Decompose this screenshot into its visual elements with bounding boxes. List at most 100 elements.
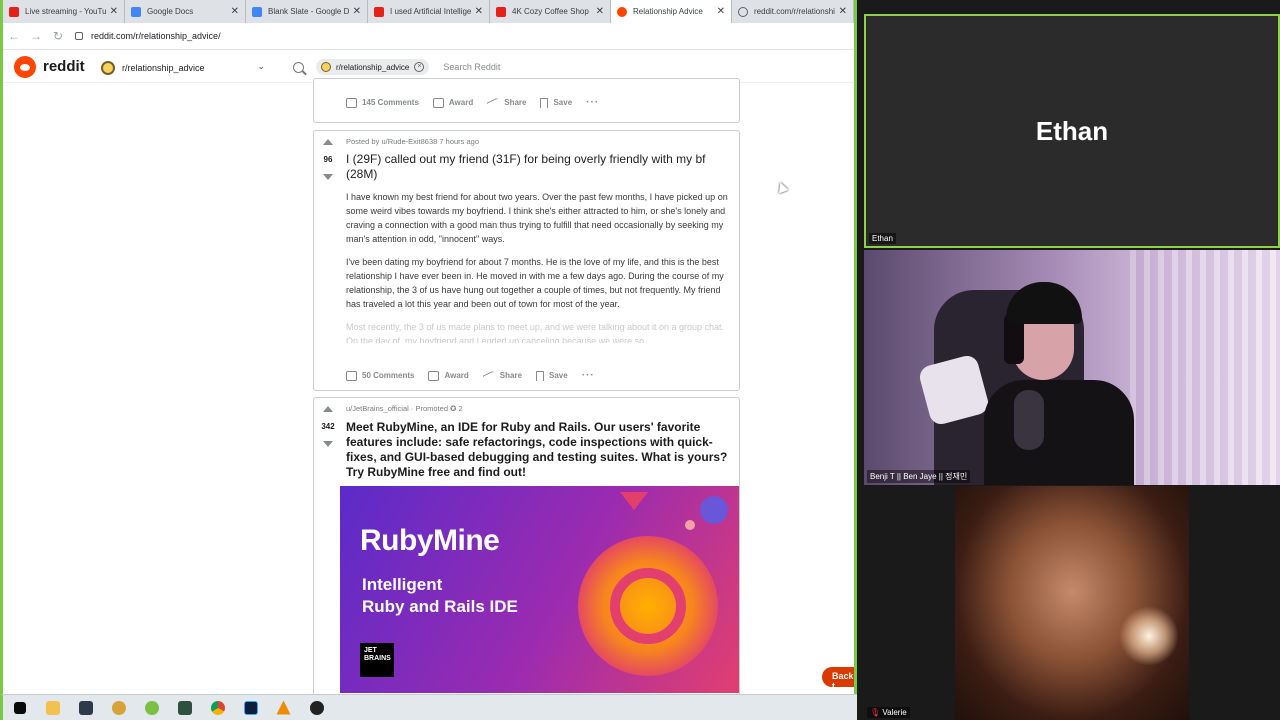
comments-button[interactable]: 50 Comments xyxy=(346,370,414,381)
subreddit-icon xyxy=(321,62,331,72)
close-tab-icon[interactable]: ✕ xyxy=(717,6,725,17)
post-body: Posted by u/Rude-Exit8638 7 hours ago I … xyxy=(346,131,731,343)
post-actions: 50 Comments Award Share Save ··· xyxy=(346,370,609,381)
award-button[interactable]: Award xyxy=(428,370,469,381)
participant-name-large: Ethan xyxy=(1035,116,1109,146)
participant-tile[interactable]: Benji T || Ben Jaye || 정재민 xyxy=(864,250,1280,485)
docs-icon xyxy=(131,6,141,17)
award-icon xyxy=(428,370,440,381)
chrome-icon[interactable] xyxy=(201,695,234,720)
more-options-icon[interactable]: ··· xyxy=(586,97,599,108)
forward-arrow-icon[interactable]: → xyxy=(25,29,47,43)
vote-column: 96 xyxy=(314,131,342,182)
docs-icon xyxy=(252,6,262,17)
tab-3[interactable]: I used Artificial Intelligence✕ xyxy=(368,0,490,23)
share-icon xyxy=(482,370,496,381)
back-to-top-button[interactable]: Back t xyxy=(822,667,854,691)
banner-graphic xyxy=(620,492,648,510)
share-button[interactable]: Share xyxy=(486,97,526,108)
davinci-icon[interactable] xyxy=(69,695,102,720)
downvote-icon[interactable] xyxy=(323,439,333,449)
post-title[interactable]: I (29F) called out my friend (31F) for b… xyxy=(346,152,731,181)
save-button[interactable]: Save xyxy=(536,370,568,381)
community-selector[interactable]: r/relationship_advice ⌄ xyxy=(101,58,269,78)
photoshop-icon[interactable] xyxy=(234,695,267,720)
tab-5[interactable]: Relationship Advice ✕ xyxy=(611,0,732,23)
person-body xyxy=(984,380,1134,485)
clear-chip-icon[interactable]: × xyxy=(414,62,425,72)
participant-label: 🎙 Valerie xyxy=(867,707,910,718)
ad-banner-image[interactable]: RubyMine Intelligent Ruby and Rails IDE J… xyxy=(340,486,739,693)
bookmark-icon xyxy=(540,97,549,108)
award-icon xyxy=(432,97,444,108)
share-icon xyxy=(486,97,500,108)
banner-subtitle: Intelligent Ruby and Rails IDE xyxy=(362,575,518,616)
close-tab-icon[interactable]: ✕ xyxy=(353,6,361,17)
app-green-icon[interactable] xyxy=(135,695,168,720)
screen: Live streaming - YouTube✕ Google Docs✕ B… xyxy=(0,0,1280,720)
close-tab-icon[interactable]: ✕ xyxy=(596,6,604,17)
microphone-icon xyxy=(1014,390,1044,450)
close-tab-icon[interactable]: ✕ xyxy=(110,6,118,17)
tab-2[interactable]: Blank Slate - Google Docs✕ xyxy=(246,0,368,23)
post-card[interactable]: 96 Posted by u/Rude-Exit8638 7 hours ago… xyxy=(313,130,740,391)
jetbrains-logo: JET BRAINS xyxy=(360,643,394,677)
post-meta[interactable]: Posted by u/Rude-Exit8638 7 hours ago xyxy=(346,137,731,146)
post-text: I have known my best friend for about tw… xyxy=(346,190,731,343)
post-card-previous: 145 Comments Award Share Save ··· xyxy=(313,78,740,123)
tab-0[interactable]: Live streaming - YouTube✕ xyxy=(3,0,125,23)
reload-icon[interactable]: ↻ xyxy=(47,29,69,43)
close-tab-icon[interactable]: ✕ xyxy=(231,6,239,17)
participant-tile[interactable]: 🎙 Valerie xyxy=(857,486,1280,720)
vote-count: 96 xyxy=(323,155,333,164)
youtube-icon xyxy=(9,6,19,17)
app-dark-icon[interactable] xyxy=(168,695,201,720)
app-icon[interactable] xyxy=(102,695,135,720)
participant-label: Benji T || Ben Jaye || 정재민 xyxy=(867,470,971,483)
obs-icon[interactable] xyxy=(300,695,333,720)
tab-strip: Live streaming - YouTube✕ Google Docs✕ B… xyxy=(3,0,854,23)
tab-1[interactable]: Google Docs ✕ xyxy=(125,0,246,23)
banner-graphic xyxy=(610,568,686,644)
upvote-icon[interactable] xyxy=(323,406,333,416)
downvote-icon[interactable] xyxy=(323,172,333,182)
comment-icon xyxy=(346,370,357,381)
share-button[interactable]: Share xyxy=(482,370,522,381)
comments-button[interactable]: 145 Comments xyxy=(346,97,419,108)
search-scope-chip[interactable]: r/relationship_advice × xyxy=(316,59,430,75)
search-bar[interactable]: r/relationship_advice × Search Reddit xyxy=(293,56,500,78)
file-explorer-icon[interactable] xyxy=(36,695,69,720)
lock-icon xyxy=(75,32,83,40)
tab-4[interactable]: 4K Cozy Coffee Shop ✕ xyxy=(490,0,611,23)
save-button[interactable]: Save xyxy=(540,97,572,108)
post-actions: 145 Comments Award Share Save ··· xyxy=(346,97,613,108)
award-button[interactable]: Award xyxy=(432,97,473,108)
back-arrow-icon[interactable]: ← xyxy=(3,29,25,43)
post-title[interactable]: Meet RubyMine, an IDE for Ruby and Rails… xyxy=(346,420,731,480)
participant-tile-active[interactable]: Ethan Ethan xyxy=(864,14,1280,248)
search-input[interactable]: Search Reddit xyxy=(443,62,500,72)
headphones xyxy=(1006,282,1082,324)
reddit-icon xyxy=(617,6,627,17)
vlc-icon[interactable] xyxy=(267,695,300,720)
comment-icon xyxy=(346,97,357,108)
post-body: u/JetBrains_official · Promoted ✪ 2 Meet… xyxy=(346,398,731,480)
tab-6[interactable]: reddit.com/r/relationship ✕ xyxy=(732,0,854,23)
award-icon: ✪ xyxy=(450,404,457,413)
address-bar: ← → ↻ reddit.com/r/relationship_advice/ xyxy=(3,23,854,50)
reddit-wordmark[interactable]: reddit xyxy=(43,58,85,75)
promoted-post-card[interactable]: 342 u/JetBrains_official · Promoted ✪ 2 … xyxy=(313,397,740,694)
windows-start-icon[interactable] xyxy=(3,695,36,720)
more-options-icon[interactable]: ··· xyxy=(582,370,595,381)
globe-icon xyxy=(738,6,748,17)
url-field[interactable]: reddit.com/r/relationship_advice/ xyxy=(75,25,854,47)
browser-window: Live streaming - YouTube✕ Google Docs✕ B… xyxy=(0,0,857,694)
upvote-icon[interactable] xyxy=(323,139,333,149)
close-tab-icon[interactable]: ✕ xyxy=(839,6,847,17)
mouse-cursor xyxy=(775,180,789,194)
windows-taskbar xyxy=(0,694,857,720)
close-tab-icon[interactable]: ✕ xyxy=(475,6,483,17)
award-count: 2 xyxy=(458,404,463,413)
reddit-logo-icon[interactable] xyxy=(14,56,36,78)
paragraph: I have known my best friend for about tw… xyxy=(346,192,728,244)
